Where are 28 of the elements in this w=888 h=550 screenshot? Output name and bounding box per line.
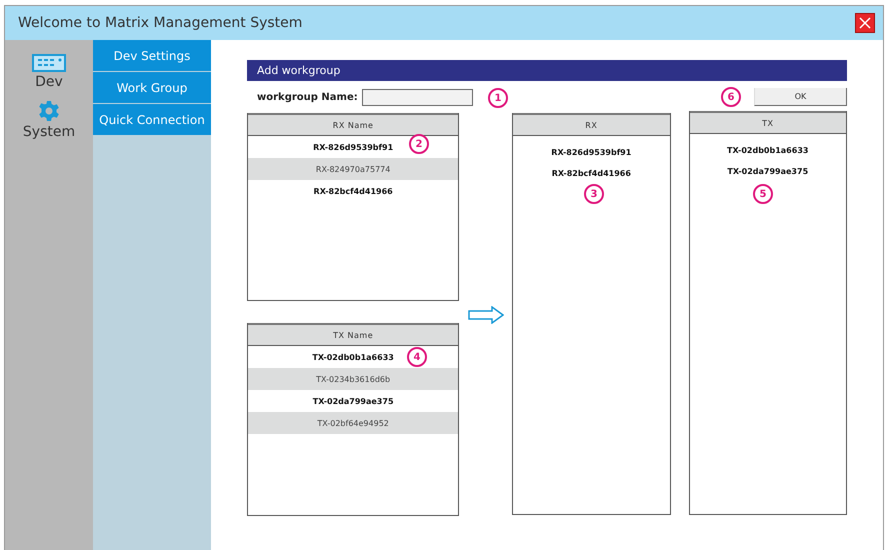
close-button[interactable] xyxy=(855,13,875,33)
menu-item[interactable]: Work Group xyxy=(93,72,211,103)
list-item: RX-82bcf4d41966 xyxy=(550,168,632,180)
menu-item[interactable]: Dev Settings xyxy=(93,40,211,71)
list-item[interactable]: TX-02bf64e94952 xyxy=(248,412,458,434)
list-header: RX Name xyxy=(248,113,458,136)
name-label: workgroup Name: xyxy=(257,92,358,102)
list-item[interactable]: RX-824970a75774 xyxy=(248,158,458,180)
menu-item[interactable]: Quick Connection xyxy=(93,104,211,135)
ok-button[interactable]: OK xyxy=(754,88,847,106)
list-header: RX xyxy=(513,113,670,136)
list-item: TX-02da799ae375 xyxy=(726,166,810,178)
callout-number: 1 xyxy=(488,88,508,108)
gear-icon xyxy=(38,100,60,122)
list-item[interactable]: TX-0234b3616d6b xyxy=(248,368,458,390)
name-input-field[interactable] xyxy=(362,88,473,106)
list-header: TX xyxy=(690,111,846,134)
nav-item[interactable]: Dev xyxy=(32,54,66,90)
callout-number: 6 xyxy=(721,87,741,107)
dialog-title: Add workgroup xyxy=(247,60,847,81)
window-title: Welcome to Matrix Management System xyxy=(18,15,302,31)
nav-item[interactable]: System xyxy=(22,100,76,140)
list-item: RX-826d9539bf91 xyxy=(550,147,632,159)
device-icon xyxy=(32,54,66,72)
list-item: TX-02db0b1a6633 xyxy=(726,145,810,157)
list-header: TX Name xyxy=(248,323,458,346)
right-arrow-icon xyxy=(468,306,504,324)
close-icon xyxy=(859,17,871,29)
